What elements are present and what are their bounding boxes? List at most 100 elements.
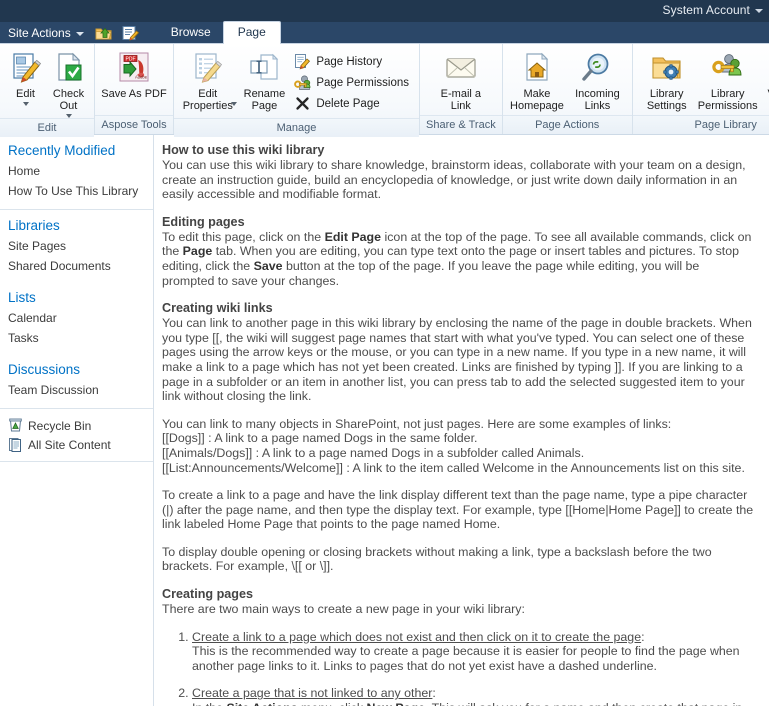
- rename-page-button[interactable]: Rename Page: [238, 49, 292, 112]
- svg-text:PDF: PDF: [126, 56, 136, 62]
- ribbon-group-share-track: E-mail a Link Share & Track: [420, 44, 503, 134]
- editing-b2: Page: [182, 244, 213, 259]
- make-homepage-button[interactable]: Make Homepage: [507, 49, 568, 112]
- nav-section-recently-modified: Recently Modified Home How To Use This L…: [0, 135, 153, 210]
- creating-step-2-title[interactable]: Create a page that is not linked to any …: [192, 686, 432, 700]
- sidebar-item-shared-documents[interactable]: Shared Documents: [0, 256, 153, 276]
- check-out-button[interactable]: Check Out: [47, 49, 90, 118]
- save-as-pdf-button-label: Save As PDF: [101, 88, 167, 100]
- ribbon-tabs: Browse Page: [159, 21, 281, 44]
- creating-lead: There are two main ways to create a new …: [162, 602, 525, 617]
- sidebar-item-calendar[interactable]: Calendar: [0, 308, 153, 328]
- recycle-bin-icon: [9, 418, 22, 432]
- email-a-link-button[interactable]: E-mail a Link: [430, 49, 492, 112]
- section-creating-wiki-links: Creating wiki links You can link to anot…: [162, 301, 755, 404]
- section-pipe-syntax: To create a link to a page and have the …: [162, 488, 755, 532]
- nav-heading-recently-modified[interactable]: Recently Modified: [0, 143, 153, 161]
- ribbon-group-page-library: Library Settings Library Permissions Pag…: [632, 44, 769, 134]
- ribbon-group-label-page-library: Page Library: [632, 115, 769, 134]
- sidebar-item-site-pages[interactable]: Site Pages: [0, 236, 153, 256]
- library-permissions-button-label: Library Permissions: [697, 88, 758, 112]
- ribbon-group-manage: Edit Properties Rename Page Page History…: [174, 44, 420, 137]
- all-site-content-label: All Site Content: [28, 437, 111, 452]
- creating-step-1-title[interactable]: Create a link to a page which does not e…: [192, 630, 641, 644]
- page-history-icon: [295, 54, 311, 70]
- editing-b3: Save: [253, 258, 283, 273]
- creating-step-2-t1: In the: [192, 701, 226, 706]
- check-out-icon: [57, 52, 81, 81]
- tab-page[interactable]: Page: [222, 21, 281, 44]
- delete-page-icon: [296, 97, 309, 110]
- incoming-links-button[interactable]: Incoming Links: [567, 49, 628, 112]
- edit-button-label: Edit: [16, 88, 35, 100]
- page-history-button[interactable]: Page History: [291, 52, 415, 71]
- edit-properties-icon: [195, 53, 222, 83]
- editing-heading: Editing pages: [162, 214, 245, 229]
- wiki-links-body: You can link to another page in this wik…: [162, 316, 752, 404]
- creating-step-2: Create a page that is not linked to any …: [192, 686, 755, 706]
- navigate-up-icon[interactable]: [94, 24, 114, 42]
- ribbon: Edit Check Out Edit PDF Adobe Save As PD…: [0, 44, 769, 137]
- editing-t1: To edit this page, click on the: [162, 229, 325, 244]
- nav-heading-libraries[interactable]: Libraries: [0, 218, 153, 236]
- rename-page-button-label: Rename Page: [243, 88, 286, 112]
- creating-heading: Creating pages: [162, 587, 253, 602]
- editing-body: To edit this page, click on the Edit Pag…: [162, 230, 755, 288]
- rename-page-icon: [250, 53, 279, 80]
- delete-page-label: Delete Page: [316, 97, 380, 110]
- library-permissions-button[interactable]: Library Permissions: [697, 49, 759, 112]
- ribbon-tab-bar: Site Actions Browse Page: [0, 21, 769, 44]
- view-all-pages-button[interactable]: View All Pages: [759, 49, 769, 112]
- page-permissions-icon: [294, 75, 311, 90]
- wiki-page-content: How to use this wiki library You can use…: [154, 135, 769, 706]
- site-actions-menu[interactable]: Site Actions: [6, 26, 91, 43]
- ribbon-group-aspose-tools: PDF Adobe Save As PDF Aspose Tools: [95, 44, 174, 134]
- ribbon-group-edit: Edit Check Out Edit: [0, 44, 95, 137]
- intro-heading: How to use this wiki library: [162, 143, 325, 157]
- svg-text:Adobe: Adobe: [135, 75, 148, 80]
- save-as-pdf-button[interactable]: PDF Adobe Save As PDF: [99, 49, 169, 100]
- chevron-down-icon[interactable]: [230, 102, 237, 106]
- editing-b1: Edit Page: [324, 229, 382, 244]
- section-link-examples: You can link to many objects in SharePoi…: [162, 417, 755, 475]
- sidebar-item-team-discussion[interactable]: Team Discussion: [0, 380, 153, 400]
- page-permissions-button[interactable]: Page Permissions: [291, 73, 415, 92]
- recycle-bin-label: Recycle Bin: [28, 418, 92, 433]
- sidebar-item-how-to-use-this-library[interactable]: How To Use This Library: [0, 181, 153, 201]
- edit-page-icon: [12, 53, 41, 83]
- user-name-label: System Account: [662, 3, 750, 17]
- sidebar-item-tasks[interactable]: Tasks: [0, 328, 153, 348]
- ribbon-group-label-edit: Edit: [0, 118, 94, 137]
- edit-properties-button[interactable]: Edit Properties: [178, 49, 238, 118]
- ribbon-group-label-aspose-tools: Aspose Tools: [95, 115, 173, 134]
- section-editing-pages: Editing pages To edit this page, click o…: [162, 215, 755, 288]
- intro-body: You can use this wiki library to share k…: [162, 158, 746, 202]
- edit-button[interactable]: Edit: [4, 49, 47, 106]
- wiki-links-heading: Creating wiki links: [162, 301, 273, 316]
- sidebar-item-recycle-bin[interactable]: Recycle Bin: [0, 416, 153, 435]
- left-navigation: Recently Modified Home How To Use This L…: [0, 135, 154, 706]
- nav-section-groups: Libraries Site Pages Shared Documents Li…: [0, 210, 153, 400]
- email-a-link-button-label: E-mail a Link: [440, 88, 482, 112]
- chevron-down-icon[interactable]: [22, 102, 29, 106]
- tab-browse[interactable]: Browse: [159, 22, 223, 43]
- creating-step-1-body: This is the recommended way to create a …: [192, 644, 740, 673]
- user-menu[interactable]: System Account: [663, 3, 763, 17]
- section-creating-pages: Creating pages There are two main ways t…: [162, 587, 755, 706]
- example-line-3: [[List:Announcements/Welcome]] : A link …: [162, 460, 745, 475]
- escape-paragraph: To display double opening or closing bra…: [162, 544, 712, 574]
- example-line-1: [[Dogs]] : A link to a page named Dogs i…: [162, 431, 478, 446]
- edit-icon[interactable]: [120, 24, 140, 42]
- ribbon-group-label-manage: Manage: [174, 118, 419, 137]
- sidebar-item-all-site-content[interactable]: All Site Content: [0, 435, 153, 454]
- manage-small-buttons: Page History Page Permissions Delete Pag…: [291, 49, 415, 113]
- sidebar-item-home[interactable]: Home: [0, 161, 153, 181]
- make-homepage-button-label: Make Homepage: [510, 88, 564, 112]
- site-actions-label: Site Actions: [8, 26, 71, 40]
- chevron-down-icon: [755, 9, 763, 13]
- nav-heading-discussions[interactable]: Discussions: [0, 362, 153, 380]
- delete-page-button[interactable]: Delete Page: [291, 94, 415, 113]
- nav-heading-lists[interactable]: Lists: [0, 290, 153, 308]
- view-all-pages-button-label: View All Pages: [761, 88, 769, 112]
- library-settings-button[interactable]: Library Settings: [637, 49, 697, 112]
